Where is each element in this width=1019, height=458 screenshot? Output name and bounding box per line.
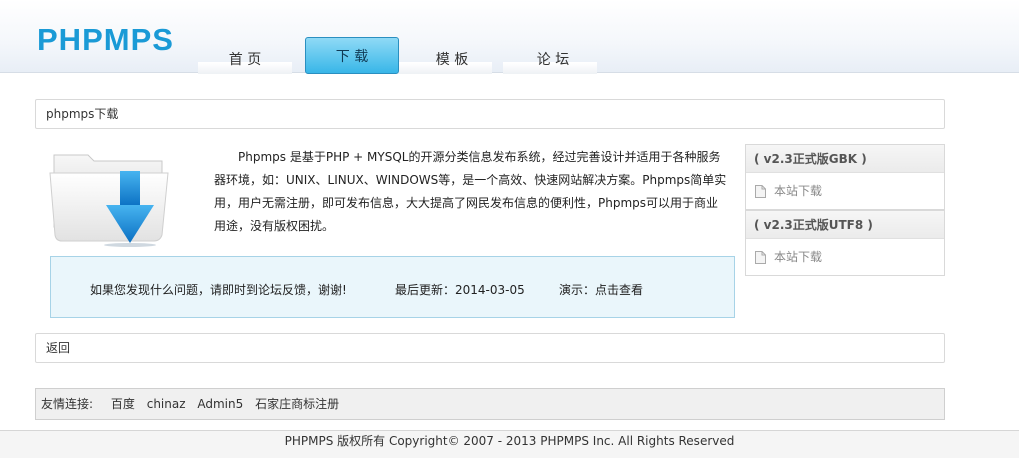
site-footer: PHPMPS 版权所有 Copyright© 2007 - 2013 PHPMP… [0,430,1019,458]
document-icon [755,251,766,264]
back-link[interactable]: 返回 [35,333,945,363]
download-gbk: ( v2.3正式版GBK ) 本站下载 [745,144,945,210]
download-utf8: ( v2.3正式版UTF8 ) 本站下载 [745,210,945,276]
friend-link[interactable]: chinaz [147,397,186,411]
demo-link[interactable]: 演示：点击查看 [559,281,643,298]
info-box: 如果您发现什么问题，请即时到论坛反馈，谢谢! 最后更新：2014-03-05 演… [50,256,735,318]
download-gbk-title: ( v2.3正式版GBK ) [746,145,944,173]
feedback-note: 如果您发现什么问题，请即时到论坛反馈，谢谢! [90,283,347,297]
site-header: PHPMPS 首 页 下 载 模 板 论 坛 [0,0,1019,74]
site-logo[interactable]: PHPMPS [37,22,174,58]
download-gbk-link[interactable]: 本站下载 [746,173,944,209]
download-folder-icon [48,147,172,247]
nav-home[interactable]: 首 页 [198,48,292,74]
friend-link[interactable]: Admin5 [197,397,243,411]
copyright-text: PHPMPS 版权所有 Copyright© 2007 - 2013 PHPMP… [284,434,735,448]
download-utf8-title: ( v2.3正式版UTF8 ) [746,211,944,239]
last-updated: 最后更新：2014-03-05 [395,283,525,297]
nav-forum[interactable]: 论 坛 [506,48,600,74]
friend-links-label: 友情连接: [41,397,94,411]
friend-link[interactable]: 百度 [111,397,135,411]
friend-links: 友情连接: 百度 chinaz Admin5 石家庄商标注册 [35,388,945,420]
document-icon [755,185,766,198]
nav-download[interactable]: 下 载 [305,37,399,74]
product-description: Phpmps 是基于PHP + MYSQL的开源分类信息发布系统，经过完善设计并… [214,150,727,233]
nav-templates[interactable]: 模 板 [405,48,499,74]
download-utf8-link[interactable]: 本站下载 [746,239,944,275]
friend-link[interactable]: 石家庄商标注册 [255,397,339,411]
page-title: phpmps下载 [35,99,945,129]
